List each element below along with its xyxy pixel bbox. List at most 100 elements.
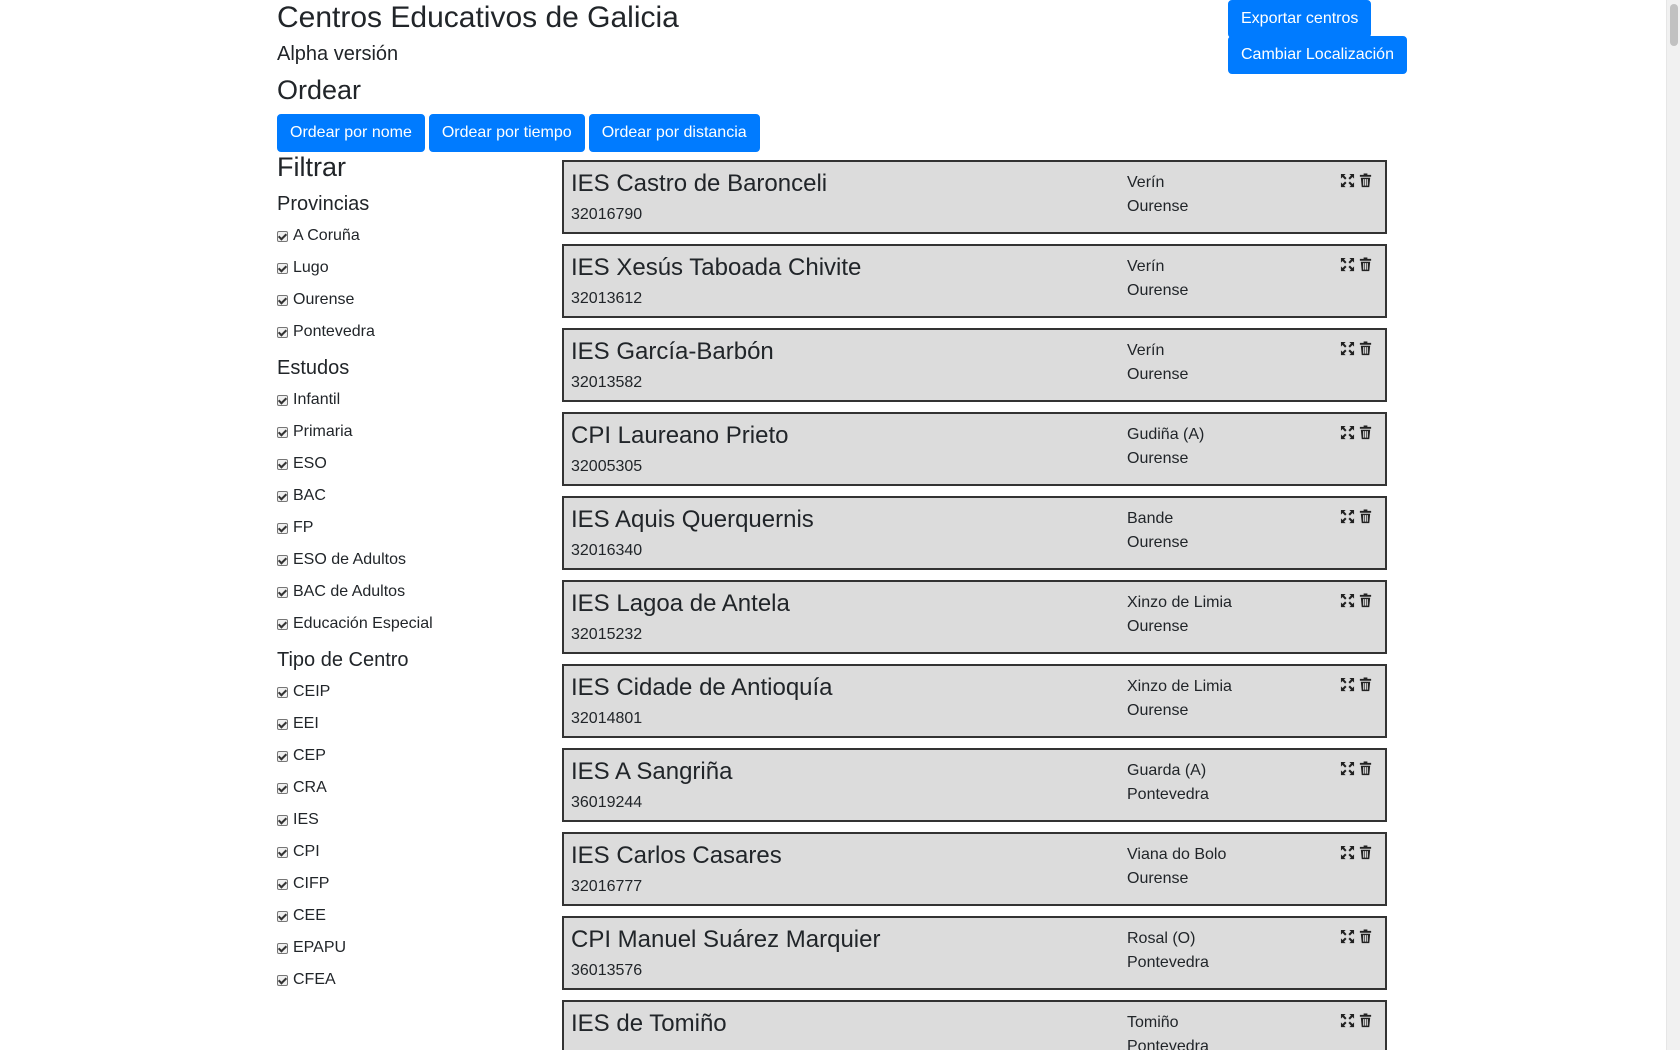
center-actions	[1340, 173, 1373, 188]
filter-option[interactable]: ESO de Adultos	[277, 544, 537, 576]
checkbox[interactable]	[277, 782, 288, 794]
filter-option[interactable]: CIFP	[277, 868, 537, 900]
expand-arrows-icon[interactable]	[1340, 845, 1355, 860]
filter-group-title: Tipo de Centro	[277, 649, 409, 671]
center-location: Rosal (O) Pontevedra	[1127, 927, 1209, 975]
checkbox[interactable]	[277, 262, 288, 274]
checkbox[interactable]	[277, 910, 288, 922]
center-code: 32016340	[571, 542, 643, 559]
center-province: Ourense	[1127, 282, 1189, 299]
filter-option[interactable]: Infantil	[277, 384, 537, 416]
filter-option[interactable]: Educación Especial	[277, 608, 537, 640]
center-province: Ourense	[1127, 450, 1189, 467]
checkbox[interactable]	[277, 750, 288, 762]
filter-option[interactable]: Lugo	[277, 252, 537, 284]
filter-option[interactable]: Ourense	[277, 284, 537, 316]
center-city: Verín	[1127, 258, 1165, 275]
filter-option[interactable]: FP	[277, 512, 537, 544]
trash-icon[interactable]	[1358, 761, 1373, 776]
filter-option[interactable]: EPAPU	[277, 932, 537, 964]
checkbox[interactable]	[277, 718, 288, 730]
expand-arrows-icon[interactable]	[1340, 1013, 1355, 1028]
checkbox[interactable]	[277, 522, 288, 534]
filter-option[interactable]: Primaria	[277, 416, 537, 448]
checkbox[interactable]	[277, 846, 288, 858]
order-by-time-button[interactable]: Ordear por tiempo	[428, 114, 585, 152]
checkbox[interactable]	[277, 326, 288, 338]
filter-option[interactable]: EEI	[277, 708, 537, 740]
export-centers-button[interactable]: Exportar centros	[1228, 0, 1372, 38]
expand-arrows-icon[interactable]	[1340, 173, 1355, 188]
filter-option-label: IES	[293, 811, 319, 828]
trash-icon[interactable]	[1358, 341, 1373, 356]
filter-option-label: CEE	[293, 907, 326, 924]
filter-option[interactable]: IES	[277, 804, 537, 836]
expand-arrows-icon[interactable]	[1340, 677, 1355, 692]
center-city: Guarda (A)	[1127, 762, 1207, 779]
checkbox[interactable]	[277, 394, 288, 406]
center-code: 32016777	[571, 878, 643, 895]
filter-option[interactable]: ESO	[277, 448, 537, 480]
expand-arrows-icon[interactable]	[1340, 257, 1355, 272]
trash-icon[interactable]	[1358, 929, 1373, 944]
expand-arrows-icon[interactable]	[1340, 341, 1355, 356]
checkbox[interactable]	[277, 686, 288, 698]
trash-icon[interactable]	[1358, 509, 1373, 524]
checkbox[interactable]	[277, 974, 288, 986]
center-actions	[1340, 845, 1373, 860]
order-by-name-button[interactable]: Ordear por nome	[277, 114, 425, 152]
vertical-scrollbar[interactable]	[1666, 0, 1680, 1050]
order-by-distance-button[interactable]: Ordear por distancia	[588, 114, 760, 152]
filter-option-label: CPI	[293, 843, 320, 860]
filter-option[interactable]: CEP	[277, 740, 537, 772]
checkbox[interactable]	[277, 618, 288, 630]
center-name: CPI Manuel Suárez Marquier	[571, 926, 881, 953]
checkbox[interactable]	[277, 814, 288, 826]
checkbox[interactable]	[277, 942, 288, 954]
center-province: Pontevedra	[1127, 786, 1209, 803]
trash-icon[interactable]	[1358, 1013, 1373, 1028]
checkbox[interactable]	[277, 490, 288, 502]
trash-icon[interactable]	[1358, 593, 1373, 608]
filter-option[interactable]: A Coruña	[277, 220, 537, 252]
center-actions	[1340, 257, 1373, 272]
filter-option[interactable]: Pontevedra	[277, 316, 537, 348]
checkbox[interactable]	[277, 586, 288, 598]
center-code: 32015232	[571, 626, 643, 643]
trash-icon[interactable]	[1358, 677, 1373, 692]
filter-option-label: EPAPU	[293, 939, 347, 956]
filter-option-label: CRA	[293, 779, 327, 796]
trash-icon[interactable]	[1358, 173, 1373, 188]
expand-arrows-icon[interactable]	[1340, 593, 1355, 608]
filter-option[interactable]: BAC de Adultos	[277, 576, 537, 608]
center-city: Verín	[1127, 342, 1165, 359]
order-heading: Ordear	[277, 75, 362, 105]
change-location-button[interactable]: Cambiar Localización	[1228, 36, 1407, 74]
trash-icon[interactable]	[1358, 425, 1373, 440]
center-actions	[1340, 425, 1373, 440]
checkbox[interactable]	[277, 554, 288, 566]
filter-option[interactable]: BAC	[277, 480, 537, 512]
expand-arrows-icon[interactable]	[1340, 509, 1355, 524]
filter-option[interactable]: CFEA	[277, 964, 537, 996]
expand-arrows-icon[interactable]	[1340, 425, 1355, 440]
checkbox[interactable]	[277, 426, 288, 438]
filter-option[interactable]: CEIP	[277, 676, 537, 708]
checkbox[interactable]	[277, 458, 288, 470]
filter-option[interactable]: CRA	[277, 772, 537, 804]
scrollbar-thumb[interactable]	[1670, 4, 1678, 46]
center-card: IES de Tomiño Tomiño Pontevedra	[562, 1000, 1387, 1050]
filter-option-label: CEIP	[293, 683, 331, 700]
expand-arrows-icon[interactable]	[1340, 761, 1355, 776]
filter-option[interactable]: CPI	[277, 836, 537, 868]
center-card: CPI Laureano Prieto 32005305 Gudiña (A) Our…	[562, 412, 1387, 486]
checkbox[interactable]	[277, 294, 288, 306]
filter-group-title: Estudos	[277, 357, 350, 379]
filter-option[interactable]: CEE	[277, 900, 537, 932]
expand-arrows-icon[interactable]	[1340, 929, 1355, 944]
center-location: Verín Ourense	[1127, 255, 1188, 303]
trash-icon[interactable]	[1358, 845, 1373, 860]
trash-icon[interactable]	[1358, 257, 1373, 272]
checkbox[interactable]	[277, 878, 288, 890]
checkbox[interactable]	[277, 230, 288, 242]
